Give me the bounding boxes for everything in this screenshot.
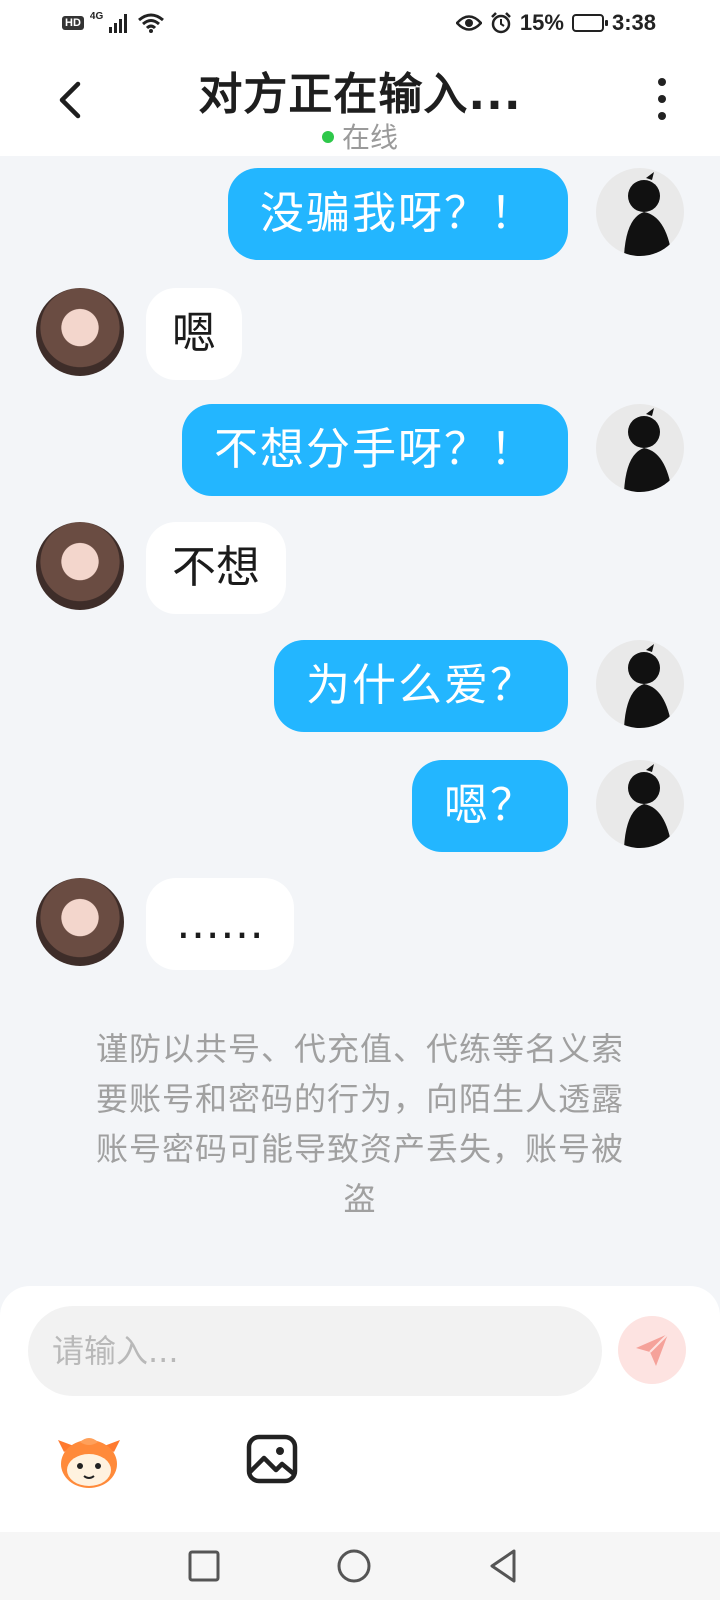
message-row-received: 不想 (0, 522, 720, 614)
more-dot (658, 95, 666, 103)
message-row-received: …… (0, 878, 720, 970)
battery-icon (571, 14, 608, 32)
wifi-icon (138, 13, 165, 33)
nav-back-button[interactable] (484, 1546, 524, 1586)
nav-home-button[interactable] (334, 1546, 374, 1586)
composer (0, 1286, 720, 1532)
network-type: 4G (89, 11, 104, 22)
image-button[interactable] (246, 1434, 298, 1484)
chat-title: 对方正在输入... (198, 69, 522, 120)
message-input[interactable] (28, 1306, 602, 1396)
triangle-back-icon (490, 1549, 516, 1583)
paper-plane-icon (636, 1333, 669, 1366)
message-row-sent: 没骗我呀？！ (0, 168, 720, 260)
eye-icon (455, 15, 482, 31)
image-icon (246, 1434, 298, 1484)
status-bar: HD 4G 15% 3:38 (0, 0, 720, 48)
message-bubble-sent[interactable]: 嗯？ (412, 760, 568, 852)
emoji-mascot-icon (58, 1438, 120, 1488)
silhouette-avatar-icon (624, 644, 672, 728)
send-button[interactable] (618, 1316, 686, 1384)
message-bubble-sent[interactable]: 没骗我呀？！ (228, 168, 568, 260)
online-status-label: 在线 (341, 121, 398, 154)
emoji-button[interactable] (56, 1434, 122, 1490)
alarm-icon (491, 12, 511, 34)
more-vertical-icon (658, 78, 666, 86)
more-dot (658, 112, 666, 120)
message-list[interactable]: 没骗我呀？！ 嗯 不想分手呀？！ 不想 为什么爱？ 嗯？ …… 谨防以共号、代充… (0, 156, 720, 1286)
silhouette-avatar-icon (624, 408, 672, 492)
online-status: 在线 (0, 116, 720, 156)
silhouette-avatar-icon (624, 172, 672, 256)
nav-recent-button[interactable] (184, 1546, 224, 1586)
chat-header: 对方正在输入... 在线 (0, 48, 720, 156)
message-bubble-sent[interactable]: 不想分手呀？！ (182, 404, 568, 496)
circle-icon (337, 1549, 371, 1583)
message-row-received: 嗯 (0, 288, 720, 380)
silhouette-avatar-icon (624, 764, 672, 848)
message-bubble-received[interactable]: 嗯 (146, 288, 242, 380)
cell-signal-icon (109, 14, 128, 33)
message-bubble-received[interactable]: 不想 (146, 522, 286, 614)
hd-badge: HD (62, 16, 84, 30)
system-nav-bar (0, 1532, 720, 1600)
message-row-sent: 为什么爱？ (0, 640, 720, 732)
clock: 3:38 (611, 10, 656, 35)
more-options-button[interactable] (652, 78, 672, 122)
contact-avatar[interactable] (36, 878, 124, 966)
message-bubble-sent[interactable]: 为什么爱？ (274, 640, 568, 732)
contact-avatar[interactable] (36, 522, 124, 610)
message-bubble-received[interactable]: …… (146, 878, 294, 970)
my-avatar[interactable] (596, 404, 684, 492)
message-row-sent: 不想分手呀？！ (0, 404, 720, 496)
status-right: 15% 3:38 (455, 10, 656, 36)
my-avatar[interactable] (596, 168, 684, 256)
message-row-sent: 嗯？ (0, 760, 720, 852)
my-avatar[interactable] (596, 760, 684, 848)
security-notice: 谨防以共号、代充值、代练等名义索要账号和密码的行为，向陌生人透露账号密码可能导致… (95, 1030, 624, 1218)
status-left: HD 4G (62, 12, 165, 34)
my-avatar[interactable] (596, 640, 684, 728)
online-dot-icon (321, 131, 334, 143)
battery-percent: 15% (519, 10, 564, 35)
contact-avatar[interactable] (36, 288, 124, 376)
square-icon (188, 1550, 220, 1582)
